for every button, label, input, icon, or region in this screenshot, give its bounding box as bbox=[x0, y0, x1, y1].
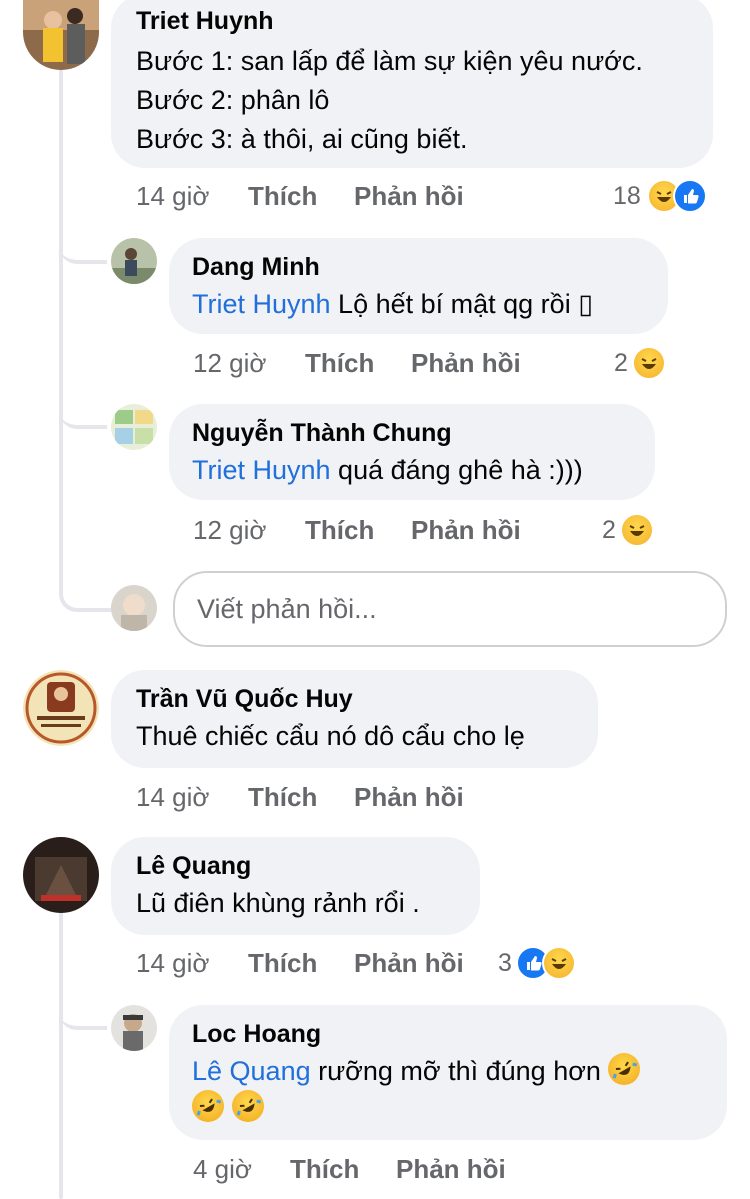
comment-author[interactable]: Lê Quang bbox=[136, 851, 455, 881]
thread-elbow-1c bbox=[59, 560, 111, 612]
comment-body: rưỡng mỡ thì đúng hơn bbox=[310, 1056, 601, 1086]
comment-time[interactable]: 14 giờ bbox=[136, 779, 209, 815]
comment-text: Lê Quang rưỡng mỡ thì đúng hơn bbox=[192, 1052, 704, 1091]
avatar-triet-huynh[interactable] bbox=[23, 0, 99, 70]
comment-actions: 4 giờ Thích Phản hồi bbox=[193, 1151, 673, 1187]
avatar-loc-hoang[interactable] bbox=[111, 1005, 157, 1051]
avatar-dang-minh[interactable] bbox=[111, 238, 157, 284]
reaction-summary[interactable]: 18 bbox=[613, 178, 707, 214]
thread-elbow-1a bbox=[59, 230, 107, 264]
thread-elbow-2a bbox=[59, 996, 107, 1030]
like-button[interactable]: Thích bbox=[305, 512, 374, 548]
comment-body: Lũ điên khùng rảnh rổi . bbox=[136, 888, 420, 918]
comment-line: Bước 2: phân lô bbox=[136, 85, 330, 115]
comment-author[interactable]: Dang Minh bbox=[192, 252, 645, 282]
avatar-tran-vu-quoc-huy[interactable] bbox=[23, 670, 99, 746]
reaction-count: 2 bbox=[614, 348, 628, 377]
reaction-summary[interactable]: 2 bbox=[614, 345, 666, 381]
like-button[interactable]: Thích bbox=[290, 1151, 359, 1187]
comment-author[interactable]: Triet Huynh bbox=[136, 6, 688, 36]
comment-body: Thuê chiếc cẩu nó dô cẩu cho lẹ bbox=[136, 721, 525, 751]
like-button[interactable]: Thích bbox=[305, 345, 374, 381]
reaction-summary[interactable]: 2 bbox=[602, 512, 654, 548]
mention-link[interactable]: Triet Huynh bbox=[192, 289, 331, 319]
haha-icon bbox=[619, 513, 654, 547]
comment-actions: 12 giờ Thích Phản hồi bbox=[193, 512, 673, 548]
comment-line: Bước 3: à thôi, ai cũng biết. bbox=[136, 124, 468, 154]
thread-elbow-1b bbox=[59, 395, 107, 429]
current-user-avatar bbox=[111, 585, 157, 631]
like-button[interactable]: Thích bbox=[248, 779, 317, 815]
reaction-count: 3 bbox=[498, 948, 512, 977]
rofl-emoji-icon bbox=[192, 1090, 224, 1122]
comment-author[interactable]: Loc Hoang bbox=[192, 1019, 704, 1049]
comment-time[interactable]: 12 giờ bbox=[193, 345, 266, 381]
reaction-count: 18 bbox=[613, 181, 641, 210]
comment-emoji-line bbox=[192, 1089, 704, 1128]
comment-bubble-le-quang: Lê Quang Lũ điên khùng rảnh rổi . bbox=[111, 837, 480, 935]
reply-button[interactable]: Phản hồi bbox=[354, 178, 464, 214]
reply-button[interactable]: Phản hồi bbox=[354, 779, 464, 815]
reply-button[interactable]: Phản hồi bbox=[411, 512, 521, 548]
comment-bubble-nguyen-thanh-chung: Nguyễn Thành Chung Triet Huynh quá đáng … bbox=[169, 404, 655, 500]
comment-actions: 14 giờ Thích Phản hồi bbox=[136, 779, 616, 815]
comment-line: Bước 1: san lấp để làm sự kiện yêu nước. bbox=[136, 46, 643, 76]
comment-author[interactable]: Trần Vũ Quốc Huy bbox=[136, 684, 573, 714]
comment-time[interactable]: 14 giờ bbox=[136, 945, 209, 981]
rofl-emoji-icon bbox=[608, 1053, 641, 1085]
reaction-count: 2 bbox=[602, 515, 616, 544]
comment-body: Lộ hết bí mật qg rồi ▯ bbox=[330, 289, 594, 319]
comment-actions: 12 giờ Thích Phản hồi bbox=[193, 345, 673, 381]
comment-time[interactable]: 4 giờ bbox=[193, 1151, 252, 1187]
comment-bubble-dang-minh: Dang Minh Triet Huynh Lộ hết bí mật qg r… bbox=[169, 238, 668, 334]
reply-button[interactable]: Phản hồi bbox=[411, 345, 521, 381]
comment-bubble-tran-vu-quoc-huy: Trần Vũ Quốc Huy Thuê chiếc cẩu nó dô cẩ… bbox=[111, 670, 598, 768]
reply-input[interactable]: Viết phản hồi... bbox=[173, 571, 727, 647]
rofl-emoji-icon bbox=[231, 1090, 264, 1122]
avatar-nguyen-thanh-chung[interactable] bbox=[111, 404, 157, 450]
haha-icon bbox=[541, 946, 576, 980]
comment-author[interactable]: Nguyễn Thành Chung bbox=[192, 418, 632, 448]
thread-line-1 bbox=[59, 62, 63, 592]
reaction-summary[interactable]: 3 bbox=[498, 945, 576, 981]
comment-text: Triet Huynh Lộ hết bí mật qg rồi ▯ bbox=[192, 285, 645, 324]
avatar-le-quang[interactable] bbox=[23, 837, 99, 913]
mention-link[interactable]: Triet Huynh bbox=[192, 455, 331, 485]
haha-icon bbox=[631, 346, 666, 380]
like-button[interactable]: Thích bbox=[248, 178, 317, 214]
thread-line-2 bbox=[59, 885, 63, 1199]
comment-time[interactable]: 14 giờ bbox=[136, 178, 209, 214]
mention-link[interactable]: Lê Quang bbox=[192, 1056, 311, 1086]
like-button[interactable]: Thích bbox=[248, 945, 317, 981]
reply-button[interactable]: Phản hồi bbox=[354, 945, 464, 981]
like-icon bbox=[672, 179, 707, 213]
comment-bubble-loc-hoang: Loc Hoang Lê Quang rưỡng mỡ thì đúng hơn bbox=[169, 1005, 727, 1140]
comment-bubble-triet-huynh: Triet Huynh Bước 1: san lấp để làm sự ki… bbox=[111, 0, 713, 168]
comment-text: Triet Huynh quá đáng ghê hà :))) bbox=[192, 451, 632, 490]
comment-actions: 14 giờ Thích Phản hồi bbox=[136, 945, 496, 981]
comment-body: quá đáng ghê hà :))) bbox=[330, 455, 583, 485]
comment-time[interactable]: 12 giờ bbox=[193, 512, 266, 548]
reply-button[interactable]: Phản hồi bbox=[396, 1151, 506, 1187]
